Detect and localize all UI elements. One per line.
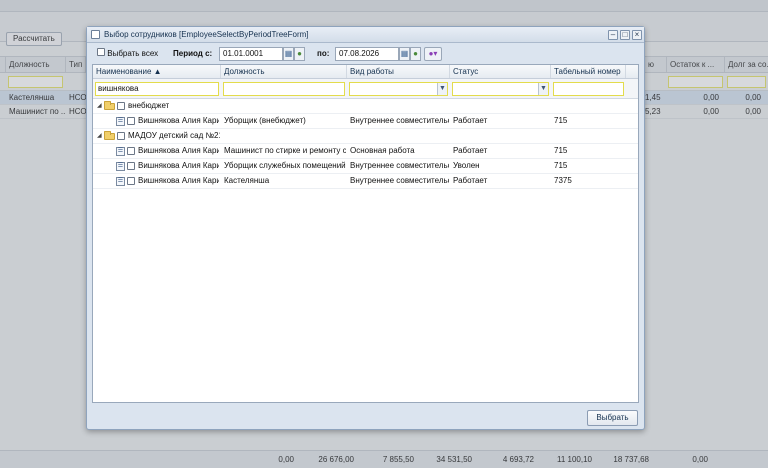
dialog-titlebar[interactable]: Выбор сотрудников [EmployeeSelectByPerio… [87, 27, 644, 43]
employee-icon: ☰ [116, 177, 125, 186]
employee-status: Уволен [453, 161, 480, 170]
employee-work-type: Внутреннее совместительство [350, 161, 449, 170]
employee-status: Работает [453, 176, 488, 185]
checkbox-icon[interactable] [117, 102, 125, 110]
employee-tab-number: 715 [554, 116, 568, 125]
employee-icon: ☰ [116, 162, 125, 171]
work-type-filter-select[interactable] [349, 82, 448, 96]
folder-icon [104, 131, 115, 140]
select-button[interactable]: Выбрать [587, 410, 638, 426]
period-from-label: Период с: [173, 49, 213, 58]
checkbox-icon[interactable] [127, 117, 135, 125]
group-label: внебюджет [128, 101, 170, 110]
employee-position: Машинист по стирке и ремонту спец [224, 146, 346, 155]
checkbox-icon[interactable] [117, 132, 125, 140]
date-clear-icon[interactable]: ● [410, 47, 421, 61]
period-from-input[interactable]: 01.01.0001 [219, 47, 283, 61]
minimize-icon[interactable]: – [608, 30, 618, 40]
select-all-label: Выбрать всех [107, 49, 159, 58]
period-to-label: по: [317, 49, 330, 58]
calendar-icon[interactable]: ▦ [283, 47, 294, 61]
column-header-tab-number[interactable]: Табельный номер [551, 65, 626, 78]
chevron-down-icon[interactable]: ▼ [437, 83, 447, 95]
employee-tab-number: 715 [554, 146, 568, 155]
grid-filter-row: вишнякова ▼ ▼ [93, 79, 638, 99]
employee-position: Кастелянша [224, 176, 270, 185]
checkbox-icon[interactable] [97, 48, 105, 56]
expand-arrow-icon[interactable]: ◢ [97, 99, 102, 113]
dialog-toolbar: Выбрать всех Период с: 01.01.0001 ▦ ● по… [91, 45, 640, 63]
grid-header: Наименование ▲ Должность Вид работы Стат… [93, 65, 638, 79]
status-filter-select[interactable] [452, 82, 549, 96]
window-icon [91, 30, 100, 39]
tree-row[interactable]: ☰ Вишнякова Алия Кари... Уборщик служебн… [93, 159, 638, 174]
column-header-name[interactable]: Наименование ▲ [93, 65, 221, 78]
employee-position: Уборщик служебных помещений ДД [224, 161, 346, 170]
employee-name: Вишнякова Алия Кари... [138, 161, 219, 170]
tree-row[interactable]: ☰ Вишнякова Алия Кари... Уборщик (внебюд… [93, 114, 638, 129]
column-header-status[interactable]: Статус [450, 65, 551, 78]
employee-name: Вишнякова Алия Кари... [138, 116, 219, 125]
settings-menu-icon[interactable]: ●▾ [424, 47, 442, 61]
employee-status: Работает [453, 116, 488, 125]
employee-work-type: Внутреннее совместительство [350, 176, 449, 185]
expand-arrow-icon[interactable]: ◢ [97, 129, 102, 143]
date-clear-icon[interactable]: ● [294, 47, 305, 61]
tree-group-row[interactable]: ◢ МАДОУ детский сад №21... [93, 129, 638, 144]
checkbox-icon[interactable] [127, 177, 135, 185]
maximize-icon[interactable]: □ [620, 30, 630, 40]
close-icon[interactable]: × [632, 30, 642, 40]
select-all-checkbox[interactable]: Выбрать всех [97, 45, 158, 63]
column-header-position[interactable]: Должность [221, 65, 347, 78]
tree-row[interactable]: ☰ Вишнякова Алия Кари... Машинист по сти… [93, 144, 638, 159]
employee-tab-number: 7375 [554, 176, 572, 185]
employee-tree-grid: Наименование ▲ Должность Вид работы Стат… [92, 64, 639, 403]
employee-position: Уборщик (внебюджет) [224, 116, 306, 125]
employee-select-dialog: Выбор сотрудников [EmployeeSelectByPerio… [86, 26, 645, 430]
employee-work-type: Внутреннее совместительство [350, 116, 449, 125]
group-label: МАДОУ детский сад №21... [128, 131, 220, 140]
employee-name: Вишнякова Алия Кари... [138, 146, 219, 155]
employee-tab-number: 715 [554, 161, 568, 170]
chevron-down-icon[interactable]: ▼ [538, 83, 548, 95]
name-filter-input[interactable]: вишнякова [95, 82, 219, 96]
folder-icon [104, 101, 115, 110]
column-header-work-type[interactable]: Вид работы [347, 65, 450, 78]
position-filter-input[interactable] [223, 82, 345, 96]
employee-name: Вишнякова Алия Кари... [138, 176, 219, 185]
employee-icon: ☰ [116, 117, 125, 126]
dialog-title: Выбор сотрудников [EmployeeSelectByPerio… [104, 30, 309, 39]
calendar-icon[interactable]: ▦ [399, 47, 410, 61]
checkbox-icon[interactable] [127, 147, 135, 155]
tree-row[interactable]: ☰ Вишнякова Алия Кари... Кастелянша Внут… [93, 174, 638, 189]
employee-icon: ☰ [116, 147, 125, 156]
tab-number-filter-input[interactable] [553, 82, 624, 96]
employee-work-type: Основная работа [350, 146, 415, 155]
period-to-input[interactable]: 07.08.2026 [335, 47, 399, 61]
tree-group-row[interactable]: ◢ внебюджет [93, 99, 638, 114]
checkbox-icon[interactable] [127, 162, 135, 170]
employee-status: Работает [453, 146, 488, 155]
